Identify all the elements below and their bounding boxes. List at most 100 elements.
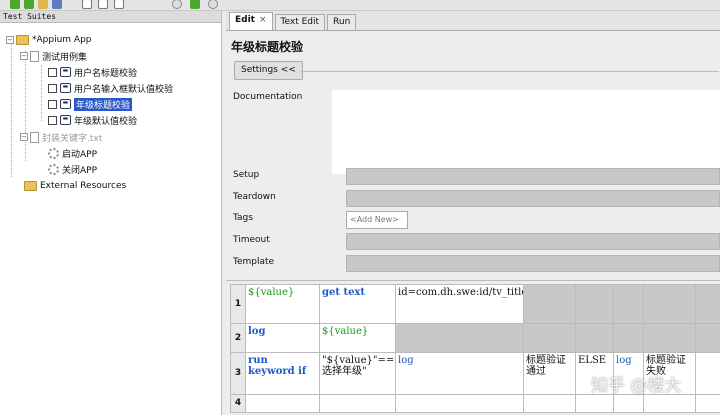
tags-label: Tags [233,213,253,223]
documentation-label: Documentation [233,92,303,102]
grid-cell[interactable]: ${value} [319,323,396,353]
tab-label: Edit [235,15,255,25]
tab-run[interactable]: Run [327,14,357,30]
forward-arrow-icon[interactable] [24,0,34,9]
grid-cell[interactable] [575,394,614,413]
tree-item-label: 用户名输入框默认值校验 [74,84,174,95]
tab-edit[interactable]: Edit × [229,12,273,30]
add-new-tag-button[interactable]: <Add New> [346,211,408,229]
grid-cell[interactable] [643,323,696,353]
search-icon[interactable] [172,0,182,9]
grid-cell[interactable]: run keyword if [245,352,320,395]
divider [301,71,719,72]
tree-item-resource[interactable]: − 封装关键字.txt [20,130,102,144]
tab-text-edit[interactable]: Text Edit [274,14,326,30]
tree-item-label: 用户名标题校验 [74,68,138,79]
panel-header: Test Suites [0,11,221,23]
grid-cell[interactable] [613,284,644,324]
row-number: 1 [230,284,246,324]
grid-cell[interactable] [575,284,614,324]
documentation-field[interactable] [332,90,720,174]
case-checkbox[interactable] [48,67,57,77]
grid-cell[interactable] [395,323,524,353]
case-checkbox[interactable] [48,99,57,109]
save-icon[interactable] [52,0,62,9]
grid-cell[interactable] [695,352,720,395]
checklist-icon[interactable] [82,0,92,9]
setup-field[interactable] [346,168,720,185]
tree-item-label: *Appium App [32,35,92,45]
run-icon[interactable] [190,0,200,9]
tree-item-label: 启动APP [62,149,98,160]
grid-cell[interactable] [523,394,576,413]
grid-cell[interactable]: get text [319,284,396,324]
grid-cell[interactable] [695,394,720,413]
tree-item-keyword[interactable]: 关闭APP [48,162,97,176]
gear-icon [48,163,59,175]
checklist-icon[interactable] [98,0,108,9]
folder-icon[interactable] [38,0,48,9]
grid-cell[interactable]: ${value} [245,284,320,324]
template-field[interactable] [346,255,720,272]
grid-cell[interactable]: log [395,352,524,395]
tree-item-case[interactable]: ▬ 用户名输入框默认值校验 [48,81,173,95]
grid-cell[interactable] [695,284,720,324]
grid-cell[interactable]: id=com.dh.swe:id/tv_title [395,284,524,324]
case-checkbox[interactable] [48,83,57,93]
tree-item-label: 年级标题校验 [74,97,133,111]
teardown-field[interactable] [346,190,720,207]
project-folder-icon [16,35,29,45]
tree-item-label: 关闭APP [62,165,98,176]
case-checkbox[interactable] [48,115,57,125]
grid-cell[interactable] [245,394,320,413]
tree-item-case[interactable]: ▬ 年级默认值校验 [48,113,137,127]
timeout-field[interactable] [346,233,720,250]
tree-item-keyword[interactable]: 启动APP [48,146,97,160]
back-arrow-icon[interactable] [10,0,20,9]
tree-item-external[interactable]: External Resources [24,179,126,193]
grid-cell[interactable]: "${value}"=="请选择年级" [319,352,396,395]
grid-cell[interactable] [319,394,396,413]
suite-file-icon [30,50,39,62]
grid-cell[interactable] [523,284,576,324]
setup-label: Setup [233,170,260,180]
table-row: 1 ${value} get text id=com.dh.swe:id/tv_… [230,284,720,324]
grid-cell[interactable] [613,394,644,413]
checklist-icon[interactable] [114,0,124,9]
stop-icon[interactable] [208,0,218,9]
grid-cell[interactable] [643,394,696,413]
grid-cell[interactable] [523,323,576,353]
editor-pane: Edit × Text Edit Run 年级标题校验 Settings << D… [226,11,720,415]
tree-item-label: 封装关键字.txt [42,133,103,144]
table-row: 2 log ${value} [230,323,720,353]
settings-toggle-button[interactable]: Settings << [234,61,303,80]
page-title: 年级标题校验 [231,40,304,54]
test-case-icon: ▬ [60,83,71,93]
grid-cell[interactable]: 标题验证通过 [523,352,576,395]
tree-item-label: 年级默认值校验 [74,116,138,127]
tree-item-suite[interactable]: − 测试用例集 [20,49,87,63]
grid-cell[interactable] [695,323,720,353]
folder-icon [24,181,37,191]
tree-item-root[interactable]: − *Appium App [6,33,92,47]
tree-item-case[interactable]: ▬ 用户名标题校验 [48,65,137,79]
grid-cell[interactable] [395,394,524,413]
divider [226,280,720,281]
test-suites-panel: Test Suites − *Appium App − 测试用例集 ▬ 用户名标… [0,11,222,415]
close-icon[interactable]: × [259,15,267,25]
grid-cell[interactable]: log [245,323,320,353]
grid-cell[interactable] [575,323,614,353]
grid-cell[interactable] [643,284,696,324]
teardown-label: Teardown [233,192,276,202]
collapse-icon[interactable]: − [20,133,28,141]
collapse-icon[interactable]: − [6,36,14,44]
grid-cell[interactable] [613,323,644,353]
tree-item-case-selected[interactable]: ▬ 年级标题校验 [48,97,133,111]
collapse-icon[interactable]: − [20,52,28,60]
timeout-label: Timeout [233,235,270,245]
table-row: 4 [230,394,720,413]
watermark: 知乎 @楼大 [591,376,682,396]
resource-file-icon [30,131,39,143]
test-case-icon: ▬ [60,99,71,109]
tab-label: Text Edit [280,17,320,27]
